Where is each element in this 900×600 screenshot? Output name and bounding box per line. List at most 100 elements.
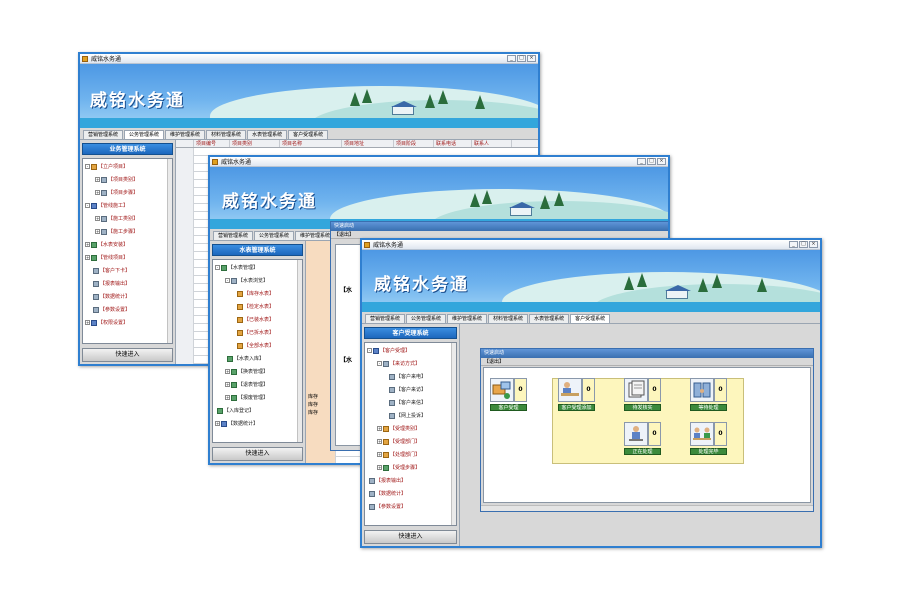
tree-item[interactable]: + 【水表安装】 [85,241,128,248]
vertical-scrollbar[interactable] [167,159,172,343]
tree-item[interactable]: 【参数设置】 [369,503,406,510]
tree-item[interactable]: 【客户来信】 [389,399,426,406]
maximize-button[interactable]: □ [647,158,656,165]
tree-item[interactable]: 【数据统计】 [369,490,406,497]
expander-icon[interactable]: - [215,265,220,270]
tree-item[interactable]: - 【管线施工】 [85,202,128,209]
tab-maintenance[interactable]: 维护管理系统 [165,130,206,139]
column-header[interactable]: 项目地址 [342,140,394,147]
tree-item[interactable]: 【报表输出】 [369,477,406,484]
quick-start-title-bar[interactable]: 快速启动 [481,349,813,358]
vertical-scrollbar[interactable] [297,260,302,442]
expander-icon[interactable]: + [95,177,100,182]
tab-marketing[interactable]: 营销管理系统 [83,130,124,139]
tab-marketing[interactable]: 营销管理系统 [365,314,406,323]
quick-start-title-bar[interactable]: 快速启动 [331,222,668,231]
tab-business[interactable]: 公务管理系统 [406,314,447,323]
card-processing[interactable]: 0 正在处理 [624,422,661,457]
tab-meter[interactable]: 水表管理系统 [529,314,570,323]
tab-materials[interactable]: 材料管理系统 [206,130,247,139]
tab-business[interactable]: 公务管理系统 [124,130,165,139]
tab-meter[interactable]: 水表管理系统 [247,130,288,139]
maximize-button[interactable]: □ [799,241,808,248]
tab-maintenance[interactable]: 维护管理系统 [447,314,488,323]
tree-item[interactable]: + 【处理部门】 [377,451,420,458]
vertical-scrollbar[interactable] [451,343,456,525]
tree-item[interactable]: 【全部水表】 [237,342,274,349]
tree-item[interactable]: 【水表入库】 [227,355,264,362]
tree-item[interactable]: + 【管线项目】 [85,254,128,261]
expander-icon[interactable]: + [225,369,230,374]
tab-customer[interactable]: 客户受理系统 [570,314,611,323]
tree-item[interactable]: 【网上投诉】 [389,412,426,419]
column-header[interactable]: 项目名称 [280,140,342,147]
quick-start-window[interactable]: 快速启动 【退出】 0 客户受理 0 客户受理添加 0 待发核实 0 等待处理 … [480,348,814,512]
quick-entry-button[interactable]: 快速进入 [364,530,457,544]
column-header[interactable]: 联系人 [472,140,512,147]
expander-icon[interactable]: + [225,395,230,400]
card-waiting[interactable]: 0 等待处理 [690,378,727,413]
tree-item[interactable]: + 【项目类别】 [95,176,138,183]
tree-item[interactable]: + 【权限设置】 [85,319,128,326]
expander-icon[interactable]: + [95,229,100,234]
tree-view[interactable]: - 【水表管理】 - 【水表浏览】 【库存水表】 【检定水表】 【已装水表】 【已拆… [212,259,303,443]
minimize-button[interactable]: _ [789,241,798,248]
expander-icon[interactable]: + [85,255,90,260]
minimize-button[interactable]: _ [507,55,516,62]
minimize-button[interactable]: _ [637,158,646,165]
quick-entry-button[interactable]: 快速进入 [212,447,303,461]
tree-item[interactable]: + 【数据统计】 [215,420,258,427]
tree-item[interactable]: 【检定水表】 [237,303,274,310]
card-customer-accept[interactable]: 0 客户受理 [490,378,527,413]
tree-item[interactable]: + 【受理步骤】 [377,464,420,471]
quick-entry-button[interactable]: 快速进入 [82,348,173,362]
tree-item[interactable]: 【入库登记】 [217,407,254,414]
expander-icon[interactable]: - [85,203,90,208]
tree-item[interactable]: - 【立户项目】 [85,163,128,170]
expander-icon[interactable]: - [85,164,90,169]
tree-item[interactable]: 【已装水表】 [237,316,274,323]
expander-icon[interactable]: - [225,278,230,283]
card-add-accept[interactable]: 0 客户受理添加 [558,378,595,413]
tree-item[interactable]: + 【报废管理】 [225,394,268,401]
tree-view[interactable]: - 【立户项目】 + 【项目类别】 + 【项目步骤】 - 【管线施工】 + 【施工类别】 … [82,158,173,344]
tree-item[interactable]: - 【水表管理】 [215,264,258,271]
expander-icon[interactable]: + [85,320,90,325]
tree-item[interactable]: 【已拆水表】 [237,329,274,336]
expander-icon[interactable]: + [85,242,90,247]
expander-icon[interactable]: + [377,426,382,431]
tree-item[interactable]: + 【施工类别】 [95,215,138,222]
tree-item[interactable]: 【参数设置】 [93,306,130,313]
tree-item[interactable]: - 【来访方式】 [377,360,420,367]
tree-item[interactable]: 【客户来电】 [389,373,426,380]
tree-item[interactable]: - 【客户受理】 [367,347,410,354]
title-bar[interactable]: 威铭水务通 _ □ × [80,54,538,64]
column-header[interactable]: 项目阶段 [394,140,434,147]
tree-item[interactable]: + 【受理部门】 [377,438,420,445]
tab-marketing[interactable]: 营销管理系统 [213,231,254,240]
tree-item[interactable]: 【数据统计】 [93,293,130,300]
card-finished[interactable]: 0 处理完毕 [690,422,727,457]
close-button[interactable]: × [657,158,666,165]
window-customer[interactable]: 威铭水务通 _ □ × 威铭水务通 营销管理系统 公务管理系统 维护管理系统 材… [360,238,822,548]
tree-item[interactable]: 【报表输出】 [93,280,130,287]
title-bar[interactable]: 威铭水务通 _ □ × [362,240,820,250]
title-bar[interactable]: 威铭水务通 _ □ × [210,157,668,167]
tree-view[interactable]: - 【客户受理】 - 【来访方式】 【客户来电】 【客户来访】 【客户来信】 【网上… [364,342,457,526]
tree-item[interactable]: + 【受理类别】 [377,425,420,432]
expander-icon[interactable]: + [215,421,220,426]
tab-customer[interactable]: 客户受理系统 [288,130,329,139]
horizontal-scrollbar[interactable] [481,505,813,511]
tab-business[interactable]: 公务管理系统 [254,231,295,240]
tree-item[interactable]: 【客户来访】 [389,386,426,393]
tree-item[interactable]: + 【项目步骤】 [95,189,138,196]
column-header[interactable]: 项目类别 [230,140,280,147]
column-header[interactable]: 项目编号 [194,140,230,147]
expander-icon[interactable]: + [377,465,382,470]
expander-icon[interactable]: + [95,190,100,195]
card-pending-verify[interactable]: 0 待发核实 [624,378,661,413]
close-button[interactable]: × [527,55,536,62]
tree-item[interactable]: + 【换表管理】 [225,368,268,375]
expander-icon[interactable]: + [377,452,382,457]
tree-item[interactable]: 【客户下卡】 [93,267,130,274]
